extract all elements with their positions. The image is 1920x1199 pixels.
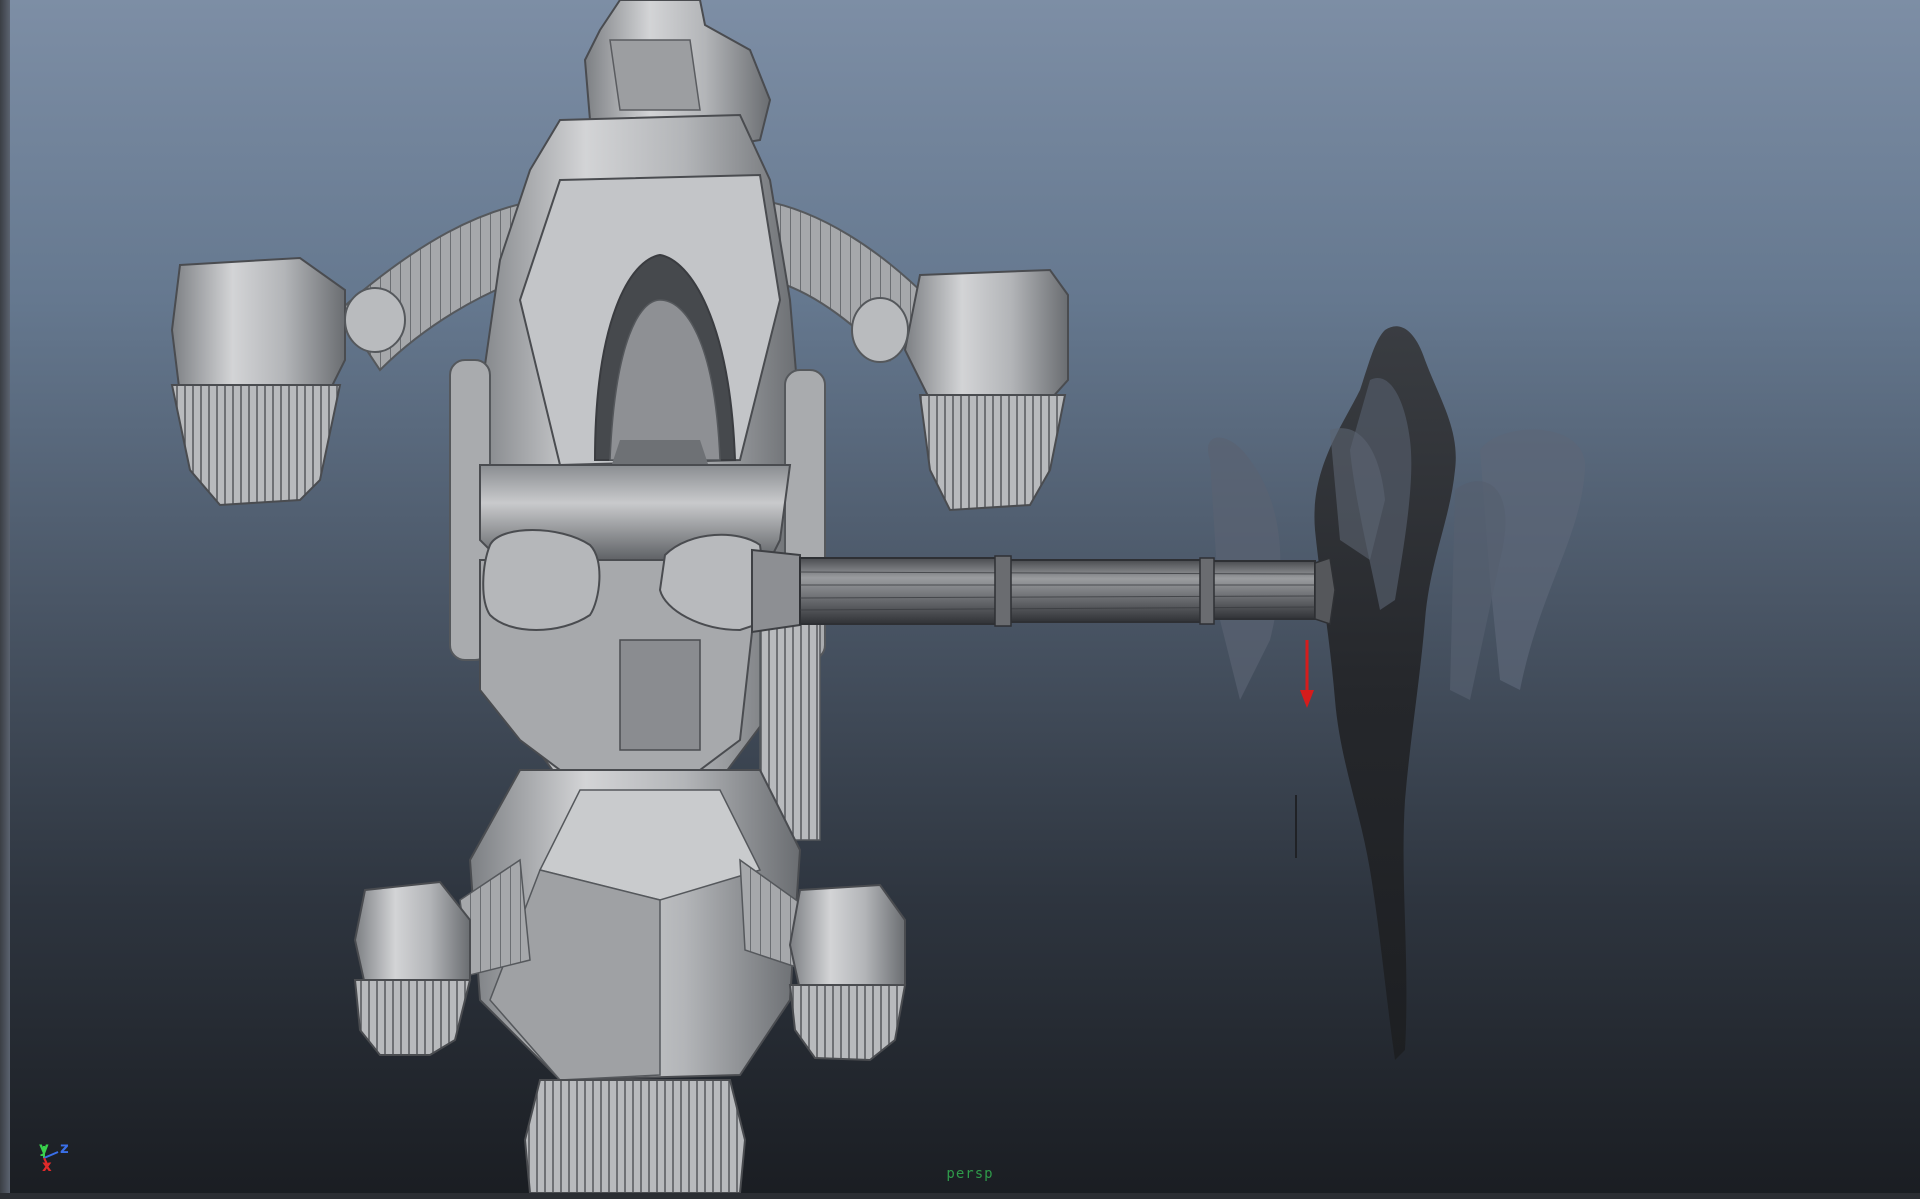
lower-left-thruster-pod: [353, 880, 472, 1056]
viewport-bottom-border: [0, 1193, 1920, 1199]
perspective-viewport[interactable]: persp y z x: [0, 0, 1920, 1199]
view-axis-gizmo: y z x: [30, 1132, 80, 1182]
lower-right-thruster-pod: [788, 883, 907, 1062]
gatling-gun[interactable]: [751, 548, 1336, 634]
smoke-effect[interactable]: [1208, 326, 1586, 1060]
move-manipulator[interactable]: [1295, 640, 1314, 858]
axis-z-label: z: [60, 1139, 69, 1157]
camera-name-label: persp: [946, 1166, 994, 1182]
upper-left-thruster-pod: [170, 256, 406, 507]
lower-body: [353, 769, 907, 1194]
axis-y-label: y: [39, 1139, 49, 1157]
scene-render[interactable]: [0, 0, 1920, 1199]
upper-right-thruster-pod: [851, 268, 1069, 512]
mech-model[interactable]: [170, 0, 1069, 841]
axis-x-label: x: [42, 1157, 52, 1175]
